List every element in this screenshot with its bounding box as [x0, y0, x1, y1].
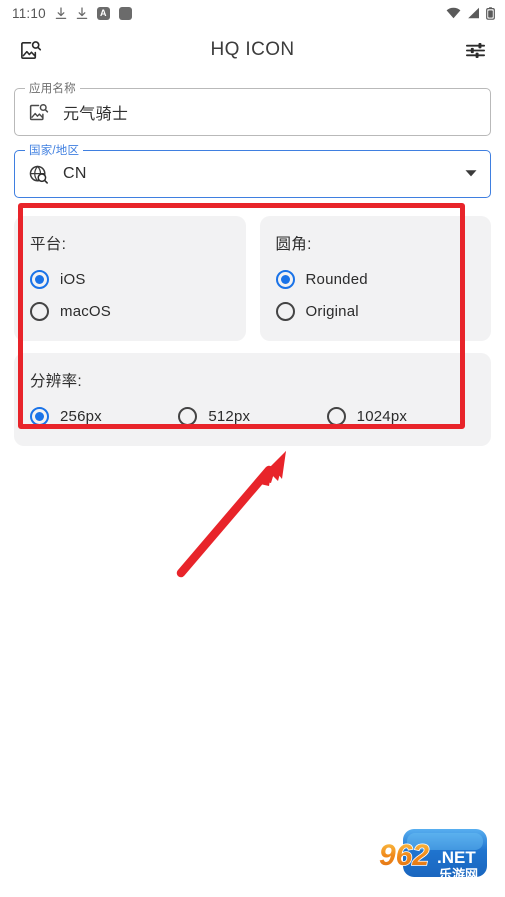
resolution-option-256[interactable]: 256px — [30, 400, 178, 432]
app-badge-letter: A — [100, 7, 107, 18]
corner-option-original-label: Original — [305, 302, 359, 320]
platform-card-title: 平台: — [30, 236, 67, 253]
battery-icon — [486, 6, 495, 20]
resolution-option-512-label: 512px — [208, 407, 251, 425]
resolution-option-512[interactable]: 512px — [178, 400, 326, 432]
options-top-row: 平台: iOS macOS 圆角: Rounded Original — [14, 216, 491, 341]
cellular-signal-icon — [467, 7, 480, 19]
app-name-field-wrapper: 应用名称 元气骑士 — [14, 80, 491, 136]
corner-option-original[interactable]: Original — [275, 295, 476, 327]
radio-indicator-rounded[interactable] — [275, 269, 295, 289]
country-value: CN — [63, 165, 87, 182]
annotation-arrow — [176, 451, 286, 578]
radio-indicator-original[interactable] — [275, 301, 295, 321]
site-watermark: 962 .NET 乐游网 — [377, 829, 493, 888]
app-bar: HQ ICON — [0, 26, 505, 74]
status-time: 11:10 — [12, 5, 46, 21]
phone-screen: 11:10 A HQ ICON 应用名称 元气骑士 国家/地区 CN 平台: i… — [0, 0, 505, 897]
status-bar-right — [446, 6, 495, 20]
app-name-field[interactable]: 元气骑士 — [14, 88, 491, 136]
options-area: 平台: iOS macOS 圆角: Rounded Original 分辨率: … — [0, 216, 505, 446]
download-icon — [76, 6, 88, 20]
app-badge-icon: A — [96, 6, 110, 20]
globe-search-icon — [27, 163, 49, 185]
resolution-card: 分辨率: 256px 512px 1024px — [14, 353, 491, 446]
corner-option-rounded[interactable]: Rounded — [275, 263, 476, 295]
platform-option-ios[interactable]: iOS — [30, 263, 230, 295]
app-name-value: 元气骑士 — [63, 106, 129, 123]
platform-option-macos-label: macOS — [60, 302, 112, 320]
radio-indicator-512px[interactable] — [178, 406, 198, 426]
chevron-down-icon[interactable] — [464, 165, 478, 183]
country-field-wrapper: 国家/地区 CN — [14, 142, 491, 198]
radio-indicator-macos[interactable] — [30, 301, 49, 321]
watermark-number: 962 — [379, 839, 429, 872]
resolution-option-1024[interactable]: 1024px — [326, 400, 475, 432]
app-name-field-label: 应用名称 — [25, 80, 80, 96]
platform-option-ios-label: iOS — [60, 270, 86, 288]
radio-indicator-256px[interactable] — [30, 406, 49, 426]
radio-indicator-1024px[interactable] — [326, 406, 346, 426]
resolution-card-title: 分辨率: — [30, 373, 83, 390]
resolution-option-256-label: 256px — [60, 407, 102, 425]
wifi-icon — [446, 7, 461, 19]
image-search-icon[interactable] — [16, 36, 44, 64]
watermark-domain: .NET — [437, 848, 476, 867]
platform-option-macos[interactable]: macOS — [30, 295, 230, 327]
resolution-options-row: 256px 512px 1024px — [30, 400, 475, 432]
status-bar: 11:10 A — [0, 0, 505, 26]
status-bar-left: 11:10 A — [12, 6, 132, 21]
tune-settings-icon[interactable] — [461, 36, 489, 64]
country-field[interactable]: CN — [14, 150, 491, 198]
download-icon — [55, 6, 67, 20]
corner-card: 圆角: Rounded Original — [259, 216, 491, 341]
country-field-label: 国家/地区 — [25, 142, 84, 158]
platform-card: 平台: iOS macOS — [14, 216, 246, 341]
resolution-option-1024-label: 1024px — [356, 407, 408, 425]
corner-option-rounded-label: Rounded — [305, 270, 368, 288]
watermark-cn-text: 乐游网 — [439, 867, 478, 882]
image-search-icon — [27, 101, 49, 123]
app-square-icon — [118, 6, 132, 20]
page-title: HQ ICON — [210, 39, 295, 60]
radio-indicator-ios[interactable] — [30, 269, 49, 289]
corner-card-title: 圆角: — [275, 236, 312, 253]
